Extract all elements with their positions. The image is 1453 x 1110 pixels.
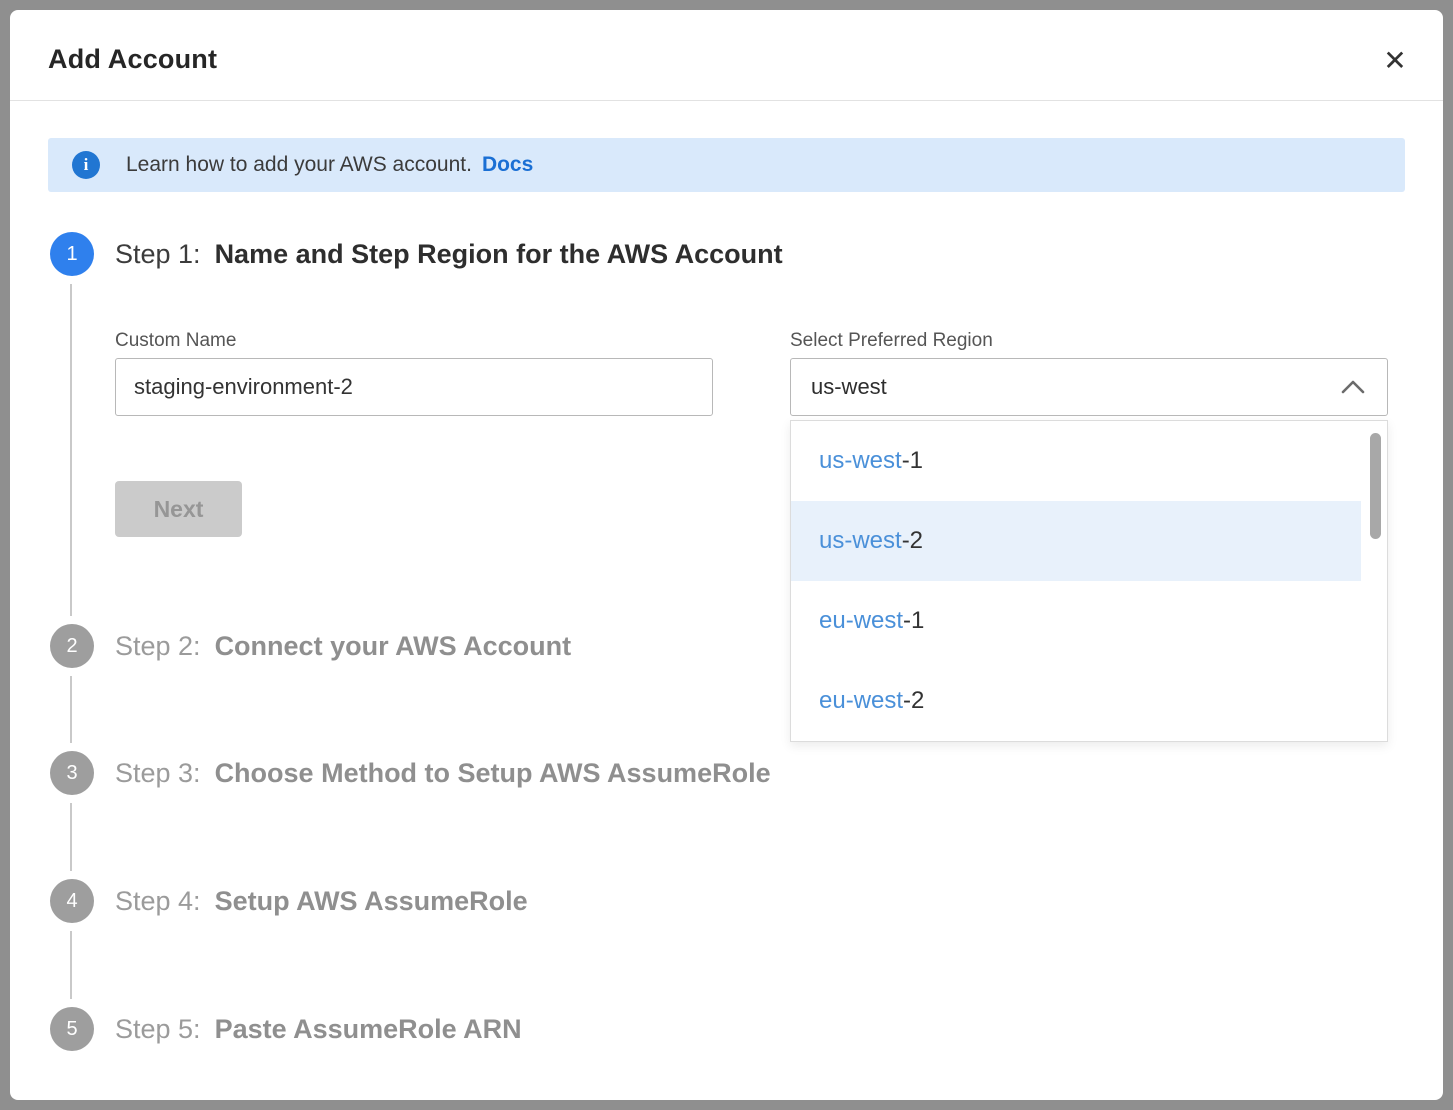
region-label: Select Preferred Region (790, 330, 993, 352)
step-1-name: Name and Step Region for the AWS Account (215, 239, 783, 269)
chevron-up-icon (1341, 380, 1365, 394)
step-2-indicator: 2 (50, 624, 94, 668)
page-title: Add Account (48, 44, 217, 75)
info-banner: i Learn how to add your AWS account. Doc… (48, 138, 1405, 192)
step-4-title: Step 4: Setup AWS AssumeRole (115, 879, 528, 923)
dropdown-option-us-west-2[interactable]: us-west-2 (791, 501, 1361, 581)
region-select[interactable]: us-west (790, 358, 1388, 416)
docs-link[interactable]: Docs (482, 153, 533, 177)
step-2-prefix: Step 2: (115, 631, 201, 661)
dropdown-option-us-west-1[interactable]: us-west-1 (791, 421, 1361, 501)
connector-2-3 (70, 676, 72, 743)
step-3-indicator: 3 (50, 751, 94, 795)
banner-text: Learn how to add your AWS account. (126, 153, 472, 177)
step-1-prefix: Step 1: (115, 239, 201, 269)
region-select-value: us-west (811, 374, 1341, 400)
option-match-text: us-west (819, 447, 902, 475)
step-1-indicator: 1 (50, 232, 94, 276)
option-rest-text: -2 (903, 687, 924, 715)
add-account-modal: Add Account ✕ i Learn how to add your AW… (10, 10, 1443, 1100)
region-dropdown-options: us-west-1 us-west-2 eu-west-1 eu-west-2 (791, 421, 1361, 741)
step-5-title: Step 5: Paste AssumeRole ARN (115, 1007, 522, 1051)
step-3-prefix: Step 3: (115, 758, 201, 788)
step-1-title: Step 1: Name and Step Region for the AWS … (115, 232, 783, 276)
scrollbar-thumb[interactable] (1370, 433, 1381, 539)
option-rest-text: -1 (903, 607, 924, 635)
custom-name-label: Custom Name (115, 330, 236, 352)
step-5-indicator: 5 (50, 1007, 94, 1051)
step-5-prefix: Step 5: (115, 1014, 201, 1044)
step-4-name: Setup AWS AssumeRole (215, 886, 528, 916)
option-match-text: eu-west (819, 607, 903, 635)
custom-name-input[interactable] (115, 358, 713, 416)
dropdown-option-eu-west-2[interactable]: eu-west-2 (791, 661, 1361, 741)
header-divider (10, 100, 1443, 101)
step-3-name: Choose Method to Setup AWS AssumeRole (215, 758, 771, 788)
region-dropdown: us-west-1 us-west-2 eu-west-1 eu-west-2 (790, 420, 1388, 742)
step-4-indicator: 4 (50, 879, 94, 923)
option-rest-text: -1 (902, 447, 923, 475)
step-5-name: Paste AssumeRole ARN (215, 1014, 522, 1044)
info-icon: i (72, 151, 100, 179)
step-4-prefix: Step 4: (115, 886, 201, 916)
dropdown-option-eu-west-1[interactable]: eu-west-1 (791, 581, 1361, 661)
step-2-title: Step 2: Connect your AWS Account (115, 624, 571, 668)
step-3-title: Step 3: Choose Method to Setup AWS Assume… (115, 751, 771, 795)
step-2-name: Connect your AWS Account (215, 631, 572, 661)
next-button[interactable]: Next (115, 481, 242, 537)
option-match-text: us-west (819, 527, 902, 555)
option-rest-text: -2 (902, 527, 923, 555)
connector-1-2 (70, 284, 72, 616)
option-match-text: eu-west (819, 687, 903, 715)
connector-3-4 (70, 803, 72, 871)
close-icon[interactable]: ✕ (1377, 42, 1413, 78)
connector-4-5 (70, 931, 72, 999)
